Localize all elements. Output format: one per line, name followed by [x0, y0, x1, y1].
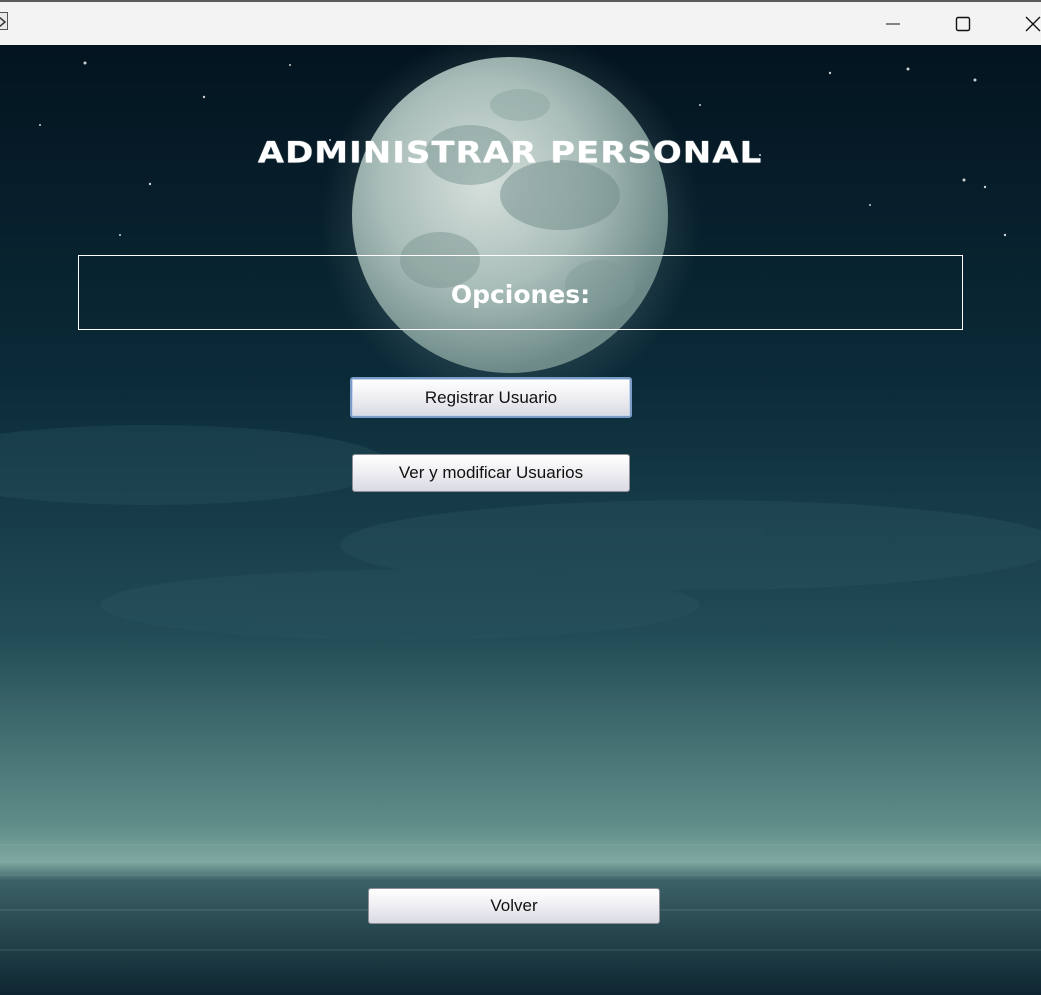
view-modify-users-button[interactable]: Ver y modificar Usuarios: [352, 454, 630, 492]
options-label: Opciones:: [450, 280, 591, 309]
night-sea-background: [0, 45, 1041, 995]
maximize-icon: [955, 16, 971, 31]
back-button[interactable]: Volver: [368, 888, 660, 924]
java-app-icon: [0, 12, 8, 30]
main-panel: ADMINISTRAR PERSONAL Opciones: Registrar…: [0, 45, 1041, 995]
register-user-button[interactable]: Registrar Usuario: [350, 377, 632, 418]
app-window: ADMINISTRAR PERSONAL Opciones: Registrar…: [0, 0, 1041, 995]
minimize-button[interactable]: [870, 2, 916, 45]
close-button[interactable]: [1010, 2, 1041, 45]
minimize-icon: [886, 23, 900, 24]
title-bar: [0, 0, 1041, 45]
page-title: ADMINISTRAR PERSONAL: [257, 136, 763, 170]
close-icon: [1025, 16, 1041, 31]
maximize-button[interactable]: [940, 2, 986, 45]
options-panel: Opciones:: [78, 255, 963, 330]
